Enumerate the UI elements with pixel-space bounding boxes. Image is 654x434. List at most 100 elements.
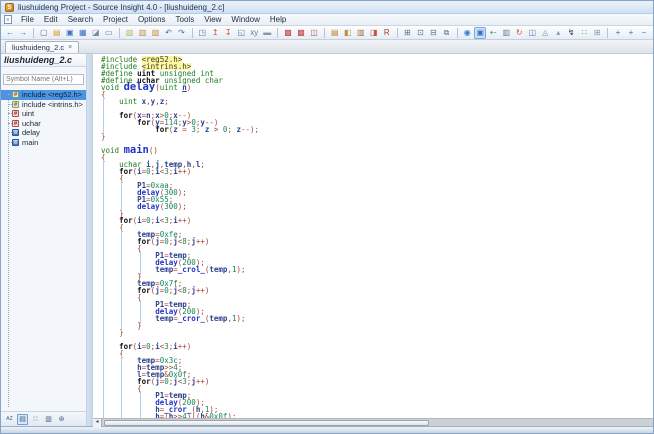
block-guide-line <box>121 181 122 212</box>
menu-search[interactable]: Search <box>63 15 98 24</box>
cloud-sync-icon[interactable]: ▴ <box>552 27 564 39</box>
symbol-item-delay[interactable]: ≡delay <box>1 128 86 138</box>
code-line: temp=_cror_(temp,1); <box>93 315 653 322</box>
refresh-view-icon[interactable]: ↻ <box>513 27 525 39</box>
code-line: for(j=0;j<8;j++) <box>93 287 653 294</box>
tile-vertical-icon[interactable]: ⊟ <box>428 27 440 39</box>
redo-icon[interactable]: ↷ <box>176 27 188 39</box>
document-icon[interactable]: ≡ <box>4 15 12 24</box>
app-icon: S <box>5 3 14 12</box>
highlight-word-icon[interactable]: ◨ <box>368 27 380 39</box>
context-window-icon[interactable]: ◫ <box>526 27 538 39</box>
block-guide-line <box>103 160 104 418</box>
bookmarks-icon[interactable]: ▤ <box>329 27 341 39</box>
menu-options[interactable]: Options <box>133 15 171 24</box>
toolbar-separator <box>33 28 34 38</box>
file-list-icon[interactable]: ▥ <box>500 27 512 39</box>
jump-to-definition-icon[interactable]: ↧ <box>222 27 234 39</box>
reference-book-icon[interactable]: ▥ <box>43 414 54 425</box>
browse-files-icon[interactable]: ◱ <box>235 27 247 39</box>
back-icon[interactable]: ← <box>4 27 16 39</box>
paste-icon[interactable]: ▨ <box>150 27 162 39</box>
code-line: void main() <box>93 147 653 154</box>
browse-symbols-icon[interactable]: ▬ <box>261 27 273 39</box>
menu-view[interactable]: View <box>199 15 226 24</box>
block-guide-line <box>140 391 141 418</box>
project-window-icon[interactable]: ▩ <box>282 27 294 39</box>
scrollbar-thumb[interactable] <box>104 420 429 426</box>
function-symbol-icon: ≡ <box>12 129 19 136</box>
symbol-item-main[interactable]: ≡main <box>1 138 86 148</box>
indent-right-icon[interactable]: + <box>625 27 637 39</box>
define-symbol-icon: # <box>12 110 19 117</box>
close-window-icon[interactable]: ▩ <box>295 27 307 39</box>
maximize-window-icon[interactable]: ⊡ <box>415 27 427 39</box>
code-line: } <box>93 322 653 329</box>
code-line: void delay(uint n) <box>93 84 653 91</box>
toolbar-separator <box>119 28 120 38</box>
clip-window-icon[interactable]: ◬ <box>539 27 551 39</box>
relation-refresh-icon[interactable]: R <box>381 27 393 39</box>
copy-icon[interactable]: ▥ <box>137 27 149 39</box>
code-editor[interactable]: #include <reg52.h>#include <intrins.h>#d… <box>93 54 653 418</box>
jump-to-caller-icon[interactable]: ↥ <box>209 27 221 39</box>
symbol-list-view-icon[interactable]: ▤ <box>17 414 28 425</box>
symbol-item-include-intrins-h-[interactable]: #include <intrins.h> <box>1 100 86 110</box>
menu-window[interactable]: Window <box>226 15 264 24</box>
tab-liushuideng-2c[interactable]: liushuideng_2.c × <box>5 41 79 53</box>
symbol-item-include-reg52-h-[interactable]: #include <reg52.h> <box>1 90 86 100</box>
color-legend-icon[interactable]: ∷ <box>30 414 41 425</box>
toolbar: ←→▢▤▣▦◪▭▧▥▨↶↷◳↥↧◱xy▬▩▩◫▤◧▥◨R⊞⊡⊟⧉◉▣⇠▥↻◫◬▴… <box>1 26 653 40</box>
xy-lookup-icon[interactable]: xy <box>248 27 260 39</box>
menu-tools[interactable]: Tools <box>171 15 200 24</box>
indent-left-icon[interactable]: + <box>612 27 624 39</box>
menu-project[interactable]: Project <box>98 15 133 24</box>
revert-icon[interactable]: ◪ <box>90 27 102 39</box>
tile-horizontal-icon[interactable]: ⊞ <box>402 27 414 39</box>
define-symbol-icon: # <box>12 120 19 127</box>
remove-item-icon[interactable]: − <box>638 27 650 39</box>
code-line: { <box>93 91 653 98</box>
symbol-label: uchar <box>22 119 41 128</box>
menu-file[interactable]: File <box>16 15 39 24</box>
symbol-label: uint <box>22 109 34 118</box>
horizontal-scrollbar[interactable]: ◂ <box>93 418 653 426</box>
symbol-search-input[interactable] <box>3 74 84 85</box>
sort-alphabetic-icon[interactable]: AZ <box>4 414 15 425</box>
menu-bar: ≡ FileEditSearchProjectOptionsToolsViewW… <box>1 14 653 26</box>
new-file-icon[interactable]: ▢ <box>38 27 50 39</box>
scroll-left-icon[interactable]: ◂ <box>93 419 102 427</box>
menu-edit[interactable]: Edit <box>39 15 63 24</box>
forward-icon[interactable]: → <box>17 27 29 39</box>
symbol-pairs-icon[interactable]: ∷ <box>578 27 590 39</box>
code-line: } <box>93 329 653 336</box>
pointer-tool-icon[interactable]: ↯ <box>565 27 577 39</box>
favorites-icon[interactable]: ◧ <box>342 27 354 39</box>
new-window-icon[interactable]: ◫ <box>308 27 320 39</box>
symbol-item-uchar[interactable]: #uchar <box>1 119 86 129</box>
open-file-icon[interactable]: ▤ <box>51 27 63 39</box>
symbol-item-uint[interactable]: #uint <box>1 109 86 119</box>
print-icon[interactable]: ▭ <box>103 27 115 39</box>
grid-view-icon[interactable]: ⊞ <box>591 27 603 39</box>
nav-back-icon[interactable]: ⇠ <box>487 27 499 39</box>
code-line: temp=_crol_(temp,1); <box>93 266 653 273</box>
symbol-tree: #include <reg52.h>#include <intrins.h>#u… <box>1 87 86 411</box>
cut-icon[interactable]: ▧ <box>124 27 136 39</box>
menu-help[interactable]: Help <box>265 15 291 24</box>
toolbar-separator <box>607 28 608 38</box>
title-bar: S liushuideng Project - Source Insight 4… <box>1 1 653 14</box>
toolbar-separator <box>277 28 278 38</box>
undo-icon[interactable]: ↶ <box>163 27 175 39</box>
close-tab-icon[interactable]: × <box>68 44 72 51</box>
settings-gear-icon[interactable]: ⊛ <box>56 414 67 425</box>
save-all-icon[interactable]: ▦ <box>77 27 89 39</box>
cascade-windows-icon[interactable]: ⧉ <box>441 27 453 39</box>
window-title: liushuideng Project - Source Insight 4.0… <box>18 3 224 12</box>
lookup-references-icon[interactable]: ◳ <box>196 27 208 39</box>
contents-icon[interactable]: ▥ <box>355 27 367 39</box>
compass-icon[interactable]: ◉ <box>461 27 473 39</box>
select-mode-icon[interactable]: ▣ <box>474 27 486 39</box>
code-line: for(j=0;j<8;j++) <box>93 238 653 245</box>
save-icon[interactable]: ▣ <box>64 27 76 39</box>
